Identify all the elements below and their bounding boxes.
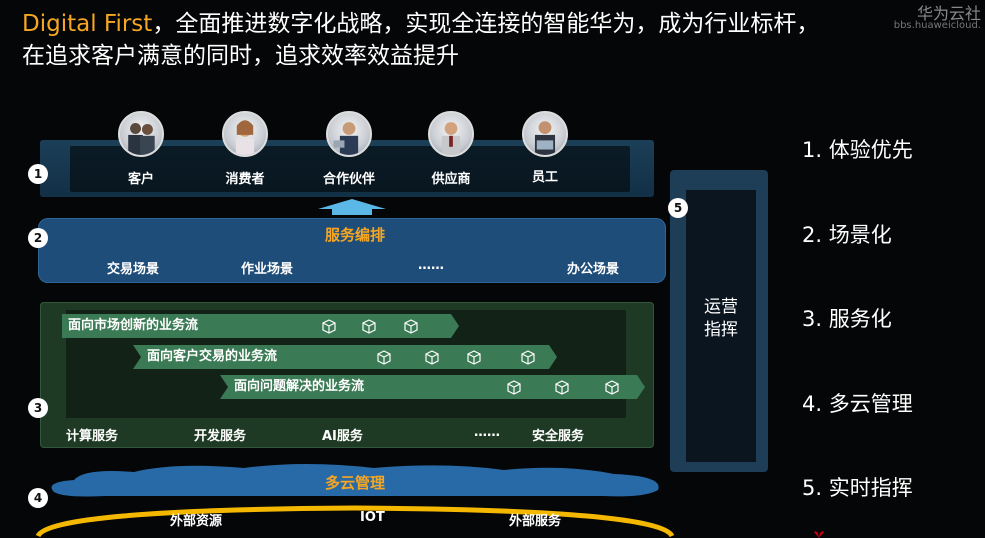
service-ellipsis: …… [474, 425, 500, 440]
role-employee: 员工 [531, 170, 558, 185]
service-develop: 开发服务 [194, 429, 247, 444]
external-services: 外部服务 [509, 514, 562, 529]
role-partner: 合作伙伴 [322, 172, 375, 187]
cube-icon [507, 380, 521, 395]
iot-label: IOT [360, 510, 385, 525]
title-line-1-rest: ，全面推进数字化战略，实现全连接的智能华为，成为行业标杆， [152, 11, 820, 37]
cube-icon [404, 319, 418, 334]
service-orchestration-title: 服务编排 [324, 226, 385, 244]
title-highlight: Digital First [22, 11, 153, 37]
cube-icon [377, 350, 391, 365]
scenario-office: 办公场景 [567, 262, 620, 277]
flow-problem-solving: 面向问题解决的业务流 [220, 375, 645, 399]
huawei-logo-icon [814, 531, 824, 538]
operations-command: 运营 指挥 [686, 296, 756, 342]
cube-icon [322, 319, 336, 334]
badge-5: 5 [668, 198, 688, 218]
flow-customer-transaction: 面向客户交易的业务流 [133, 345, 557, 369]
consumer-avatar-icon [222, 111, 268, 157]
flow-problem-solving-label: 面向问题解决的业务流 [234, 379, 365, 394]
title-line-2: 在追求客户满意的同时，追求效率效益提升 [22, 43, 459, 69]
service-ai: AI服务 [322, 429, 363, 444]
external-resources: 外部资源 [170, 514, 223, 529]
employee-avatar-icon [522, 111, 568, 157]
up-arrow-icon [318, 199, 386, 215]
badge-3: 3 [28, 398, 48, 418]
foundation-arc [35, 505, 675, 538]
scenario-operation: 作业场景 [241, 262, 294, 277]
cube-icon [555, 380, 569, 395]
cube-icon [425, 350, 439, 365]
role-supplier: 供应商 [431, 172, 471, 187]
operations-command-line-1: 运营 [704, 297, 738, 317]
role-consumer: 消费者 [225, 172, 265, 187]
cube-icon [467, 350, 481, 365]
flow-market-innovation-label: 面向市场创新的业务流 [68, 318, 199, 333]
slide-title: Digital First，全面推进数字化战略，实现全连接的智能华为，成为行业标… [22, 8, 819, 72]
supplier-avatar-icon [428, 111, 474, 157]
principle-2: 2. 场景化 [802, 223, 892, 247]
service-compute: 计算服务 [66, 429, 119, 444]
principle-3: 3. 服务化 [802, 307, 892, 331]
cube-icon [521, 350, 535, 365]
partner-avatar-icon [326, 111, 372, 157]
cube-icon [362, 319, 376, 334]
principle-1: 1. 体验优先 [802, 138, 913, 162]
role-customer: 客户 [127, 172, 154, 187]
watermark-url: bbs.huaweicloud. [893, 20, 981, 31]
principle-4: 4. 多云管理 [802, 392, 913, 416]
scenario-ellipsis: …… [418, 258, 444, 273]
flow-customer-transaction-label: 面向客户交易的业务流 [147, 349, 278, 364]
service-security: 安全服务 [532, 429, 585, 444]
badge-2: 2 [28, 228, 48, 248]
flow-market-innovation: 面向市场创新的业务流 [62, 314, 459, 338]
badge-1: 1 [28, 164, 48, 184]
title-line-1: Digital First，全面推进数字化战略，实现全连接的智能华为，成为行业标… [22, 8, 819, 40]
operations-command-line-2: 指挥 [704, 320, 738, 340]
badge-4: 4 [28, 488, 48, 508]
scenario-transaction: 交易场景 [107, 262, 160, 277]
cube-icon [605, 380, 619, 395]
principle-5: 5. 实时指挥 [802, 476, 913, 500]
customer-avatar-icon [118, 111, 164, 157]
